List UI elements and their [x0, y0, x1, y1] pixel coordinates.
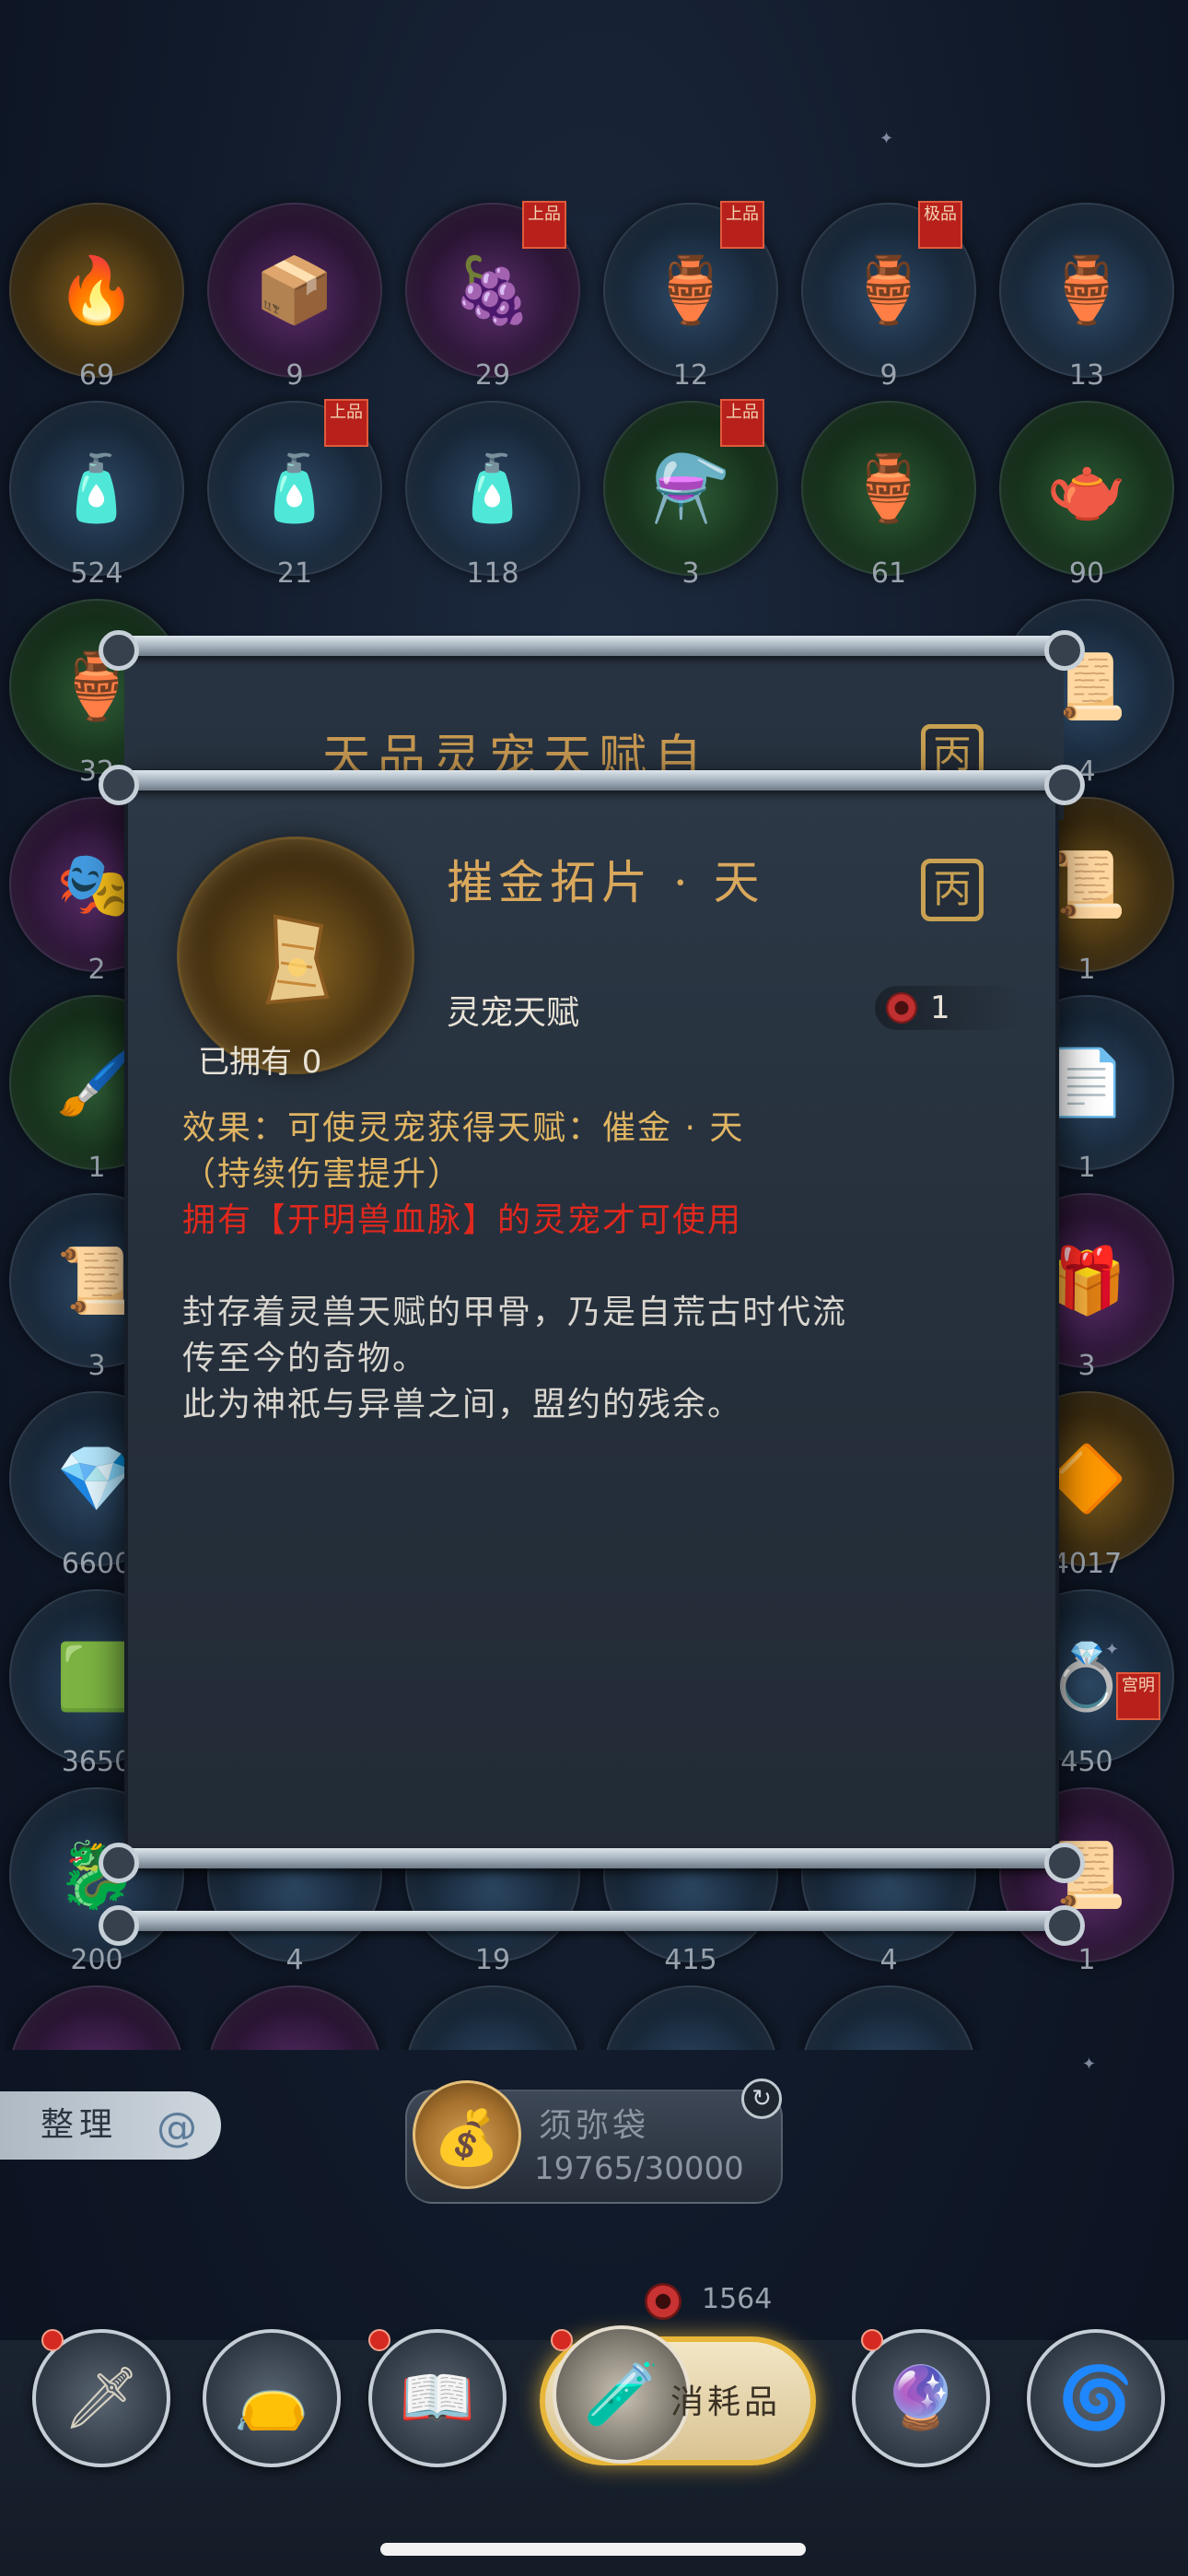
- jade-vase-icon: 🏺: [848, 451, 929, 526]
- scroll-rod-upper: [99, 765, 1085, 805]
- bag-capacity: 19765/30000: [534, 2150, 744, 2187]
- item-orb: 🏺: [999, 203, 1174, 378]
- inventory-slot[interactable]: 🫖 90: [995, 382, 1179, 590]
- sparkle-icon: ✦: [1082, 2055, 1097, 2074]
- inventory-slot[interactable]: [5, 1967, 189, 2050]
- inventory-slot[interactable]: 🏺 61: [797, 382, 981, 590]
- item-count: 1: [1077, 1944, 1096, 1976]
- item-orb: 🫖: [999, 401, 1174, 576]
- currency-value: 1564: [702, 2283, 773, 2315]
- inventory-slot[interactable]: 🧴 118: [401, 382, 585, 590]
- inventory-slot[interactable]: 🏺 极品 9: [797, 184, 981, 392]
- inventory-slot[interactable]: 🏺 13: [995, 184, 1179, 392]
- quality-badge: 上品: [720, 201, 764, 249]
- inventory-slot[interactable]: 📦 9: [203, 184, 387, 392]
- pouch-icon: 👝: [233, 2362, 310, 2433]
- item-orb: 🧴: [405, 401, 580, 576]
- item-orb: 📦: [207, 203, 382, 378]
- tab-special[interactable]: 🌀: [1027, 2329, 1165, 2467]
- spirit-gem-icon: [645, 2283, 681, 2320]
- sparkle-icon: ✦: [879, 129, 894, 148]
- inventory-slot[interactable]: 🏺 上品 12: [599, 184, 783, 392]
- item-orb: [207, 1985, 382, 2050]
- item-count: 21: [276, 557, 313, 590]
- scroll-fragment-icon: [231, 894, 360, 1026]
- inventory-slot[interactable]: 🔥 69: [5, 184, 189, 392]
- spirit-gem-icon: [886, 992, 917, 1024]
- inventory-slot[interactable]: ⚗️ 上品 3: [599, 382, 783, 590]
- crystal-icon: 🔮: [882, 2362, 960, 2433]
- item-orb: 🏺: [801, 401, 976, 576]
- notification-dot: [551, 2329, 573, 2351]
- home-indicator[interactable]: [380, 2543, 806, 2556]
- inventory-slot[interactable]: [401, 1967, 585, 2050]
- flask-icon: ⚗️: [650, 451, 731, 526]
- item-category: 灵宠天赋: [447, 994, 580, 1032]
- owned-count: 已拥有 0: [198, 1044, 322, 1081]
- tab-materials[interactable]: 👝: [203, 2329, 341, 2467]
- fire-orb-icon: 🔥: [56, 252, 137, 328]
- vase-icon: 🏺: [848, 252, 929, 328]
- item-orb: 🧴: [9, 401, 184, 576]
- lore-text: 封存着灵兽天赋的甲骨，乃是自荒古时代流: [182, 1294, 848, 1331]
- inventory-slot[interactable]: 🧴 上品 21: [203, 382, 387, 590]
- item-orb: 🔥: [9, 203, 184, 378]
- notification-dot: [368, 2329, 390, 2351]
- cloud-swirl-icon: @: [157, 2104, 197, 2151]
- vase-icon: 🏺: [1046, 252, 1127, 328]
- jade-pot-icon: 🫖: [1046, 451, 1127, 526]
- tab-books[interactable]: 📖: [368, 2329, 507, 2467]
- refresh-icon[interactable]: ↻: [741, 2078, 782, 2119]
- vase-icon: 🏺: [650, 252, 731, 328]
- potion-icon: 🧴: [254, 451, 335, 526]
- treasure-chest-icon: 📦: [254, 252, 335, 328]
- scroll-rod-lower: [99, 1843, 1085, 1883]
- item-count: 3: [681, 557, 700, 590]
- inventory-slot[interactable]: [203, 1967, 387, 2050]
- grade-tag-glyph: 丙: [932, 866, 972, 911]
- sort-label: 整理: [41, 2106, 119, 2144]
- item-count: 118: [466, 557, 519, 590]
- grade-tag-icon: 丙: [921, 859, 984, 921]
- effect-text: 效果：可使灵宠获得天赋：催金 · 天: [182, 1109, 745, 1147]
- requirement-text: 拥有【开明兽血脉】的灵宠才可使用: [182, 1201, 743, 1239]
- notification-dot: [861, 2329, 883, 2351]
- potion-icon: 🧴: [56, 451, 137, 526]
- bag-title: 须弥袋: [539, 2107, 650, 2145]
- quality-badge: 上品: [324, 399, 368, 447]
- scroll-rod-top: [99, 630, 1085, 671]
- item-name: 摧金拓片 · 天: [447, 856, 765, 909]
- swirl-icon: 🌀: [1057, 2362, 1135, 2433]
- tab-consumables-label: 消耗品: [670, 2383, 782, 2421]
- effect-detail-text: （持续伤害提升）: [182, 1155, 463, 1193]
- item-orb: [9, 1985, 184, 2050]
- quality-badge: 宫明: [1116, 1672, 1160, 1720]
- treasure-bag-icon: 💰: [413, 2080, 521, 2189]
- item-count: 61: [870, 557, 907, 590]
- price-value: 1: [930, 989, 950, 1026]
- scroll-rod-bottom: [99, 1905, 1085, 1946]
- lore-text: 此为神祇与异兽之间，盟约的残余。: [182, 1386, 743, 1423]
- lore-text: 传至今的奇物。: [182, 1340, 428, 1377]
- item-orb: [405, 1985, 580, 2050]
- notification-dot: [41, 2329, 64, 2351]
- berries-icon: 🍇: [452, 252, 533, 328]
- item-orb: [603, 1985, 778, 2050]
- sparkle-icon: ✦: [1105, 1640, 1120, 1659]
- inventory-slot[interactable]: 🍇 上品 29: [401, 184, 585, 392]
- inventory-slot[interactable]: [797, 1967, 981, 2050]
- quality-badge: 极品: [918, 201, 962, 249]
- inventory-slot[interactable]: [599, 1967, 783, 2050]
- quality-badge: 上品: [720, 399, 764, 447]
- inventory-slot[interactable]: 🧴 524: [5, 382, 189, 590]
- potion-icon: 🧴: [452, 451, 533, 526]
- quality-badge: 上品: [522, 201, 566, 249]
- mask-weapon-icon: 🗡: [63, 2362, 140, 2433]
- item-orb: [801, 1985, 976, 2050]
- book-icon: 📖: [399, 2362, 476, 2433]
